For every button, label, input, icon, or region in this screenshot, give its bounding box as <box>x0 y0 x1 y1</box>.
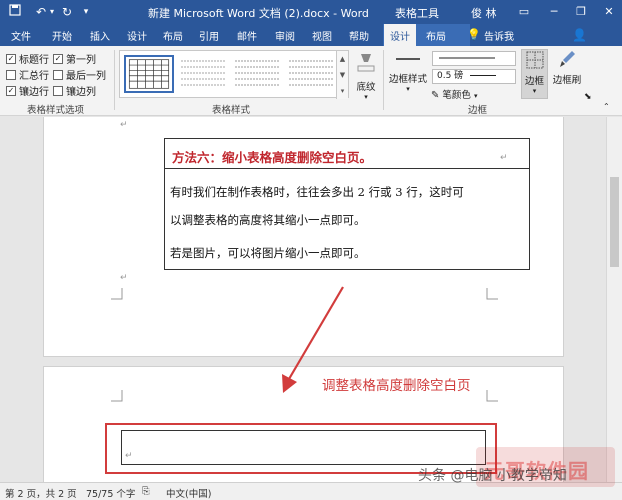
table-style-grid[interactable] <box>124 55 174 93</box>
tab-layout[interactable]: 布局 <box>163 28 183 43</box>
border-painter-label: 边框刷 <box>552 75 582 86</box>
tab-insert[interactable]: 插入 <box>90 28 110 43</box>
table-style-plain-1[interactable] <box>178 55 228 93</box>
borders-dialog-launcher-icon[interactable]: ⬊ <box>584 92 592 102</box>
share-icon[interactable]: 👤 <box>572 28 587 42</box>
collapse-ribbon-icon[interactable]: ⌃ <box>603 102 610 111</box>
checkbox-unchecked-icon <box>53 69 63 80</box>
window-title: 新建 Microsoft Word 文档 (2).docx - Word <box>148 7 369 20</box>
table-style-options-group-label: 表格样式选项 <box>27 105 85 116</box>
last-column-label: 最后一列 <box>66 71 106 82</box>
header-row-checkbox[interactable]: ✓ 标题行 <box>6 51 49 66</box>
tab-home[interactable]: 开始 <box>52 28 72 43</box>
gallery-scroll[interactable]: ▲ ▼ ▾ <box>336 51 348 99</box>
tab-help[interactable]: 帮助 <box>349 28 369 43</box>
checkbox-checked-icon: ✓ <box>53 53 63 64</box>
source-watermark: 头条 @电脑 小教学帝知 <box>418 468 567 484</box>
banded-columns-checkbox[interactable]: 镶边列 <box>53 83 96 98</box>
line-style-dropdown[interactable] <box>432 51 516 66</box>
banded-rows-label: 镶边行 <box>19 87 49 98</box>
pen-color-label: 笔颜色 <box>442 90 471 101</box>
minimize-icon[interactable]: ─ <box>546 4 562 20</box>
borders-button[interactable]: 边框 ▾ <box>521 49 548 99</box>
ribbon-tabs: 文件 开始 插入 设计 布局 引用 邮件 审阅 视图 帮助 设计 布局 💡 告诉… <box>0 24 622 46</box>
lightbulb-icon[interactable]: 💡 <box>467 28 481 41</box>
shading-button[interactable]: 底纹 ▾ <box>352 50 380 101</box>
banded-rows-checkbox[interactable]: ✓ 镶边行 <box>6 83 49 98</box>
table-styles-group-label: 表格样式 <box>212 105 251 116</box>
ribbon-display-icon[interactable]: ▭ <box>516 4 532 20</box>
ribbon: ✓ 标题行 汇总行 ✓ 镶边行 ✓ 第一列 最后一列 镶边列 表格样式选项 ▲ ▼ ▾ 表… <box>0 46 622 116</box>
table-style-plain-2[interactable] <box>232 55 282 93</box>
scrollbar-thumb[interactable] <box>610 177 619 267</box>
borders-group-label: 边框 <box>468 105 488 116</box>
save-icon[interactable] <box>7 4 23 20</box>
pen-color-icon: ✎ <box>431 90 440 101</box>
user-name[interactable]: 俊 林 <box>471 5 497 21</box>
checkbox-unchecked-icon <box>53 85 63 96</box>
page-count[interactable]: 第 2 页，共 2 页 <box>5 486 77 500</box>
header-row-label: 标题行 <box>19 55 49 66</box>
word-count[interactable]: 75/75 个字 <box>86 486 135 500</box>
title-bar: ↶ ▾ ↻ ▾ 新建 Microsoft Word 文档 (2).docx - … <box>0 0 622 24</box>
vertical-scrollbar[interactable] <box>606 117 622 482</box>
group-divider <box>114 50 115 110</box>
undo-dropdown-icon[interactable]: ▾ <box>44 4 60 20</box>
line-weight-dropdown[interactable]: 0.5 磅 <box>432 69 516 84</box>
table-styles-gallery[interactable]: ▲ ▼ ▾ <box>119 50 349 99</box>
document-area: ↵ 方法六：缩小表格高度删除空白页。 ↵ 有时我们在制作表格时，往往会多出 2 … <box>0 117 622 482</box>
language-indicator[interactable]: 中文(中国) <box>166 486 211 500</box>
border-styles-button[interactable]: 边框样式 ▾ <box>386 50 430 93</box>
proofing-icon[interactable]: ⎘ <box>142 486 150 497</box>
tab-mailings[interactable]: 邮件 <box>237 28 257 43</box>
restore-icon[interactable]: ❐ <box>573 4 589 20</box>
tab-references[interactable]: 引用 <box>199 28 219 43</box>
tab-review[interactable]: 审阅 <box>275 28 295 43</box>
border-styles-label: 边框样式 <box>388 74 427 85</box>
first-column-label: 第一列 <box>66 55 96 66</box>
total-row-label: 汇总行 <box>19 71 49 82</box>
table-style-plain-3[interactable] <box>286 55 336 93</box>
tab-table-layout[interactable]: 布局 <box>426 28 446 43</box>
checkbox-checked-icon: ✓ <box>6 53 16 64</box>
customize-icon[interactable]: ▾ <box>78 4 94 20</box>
banded-columns-label: 镶边列 <box>66 87 96 98</box>
redo-icon[interactable]: ↻ <box>59 4 75 20</box>
border-painter-button[interactable]: 边框刷 <box>551 49 583 86</box>
tab-design[interactable]: 设计 <box>127 28 147 43</box>
first-column-checkbox[interactable]: ✓ 第一列 <box>53 51 96 66</box>
close-icon[interactable]: ✕ <box>601 4 617 20</box>
tab-view[interactable]: 视图 <box>312 28 332 43</box>
tell-me-search[interactable]: 告诉我 <box>484 28 514 43</box>
pen-color-button[interactable]: ✎ 笔颜色 ▾ <box>431 87 477 101</box>
shading-label: 底纹 <box>356 82 376 93</box>
checkbox-checked-icon: ✓ <box>6 85 16 96</box>
total-row-checkbox[interactable]: 汇总行 <box>6 67 49 82</box>
tab-file[interactable]: 文件 <box>11 28 31 43</box>
checkbox-unchecked-icon <box>6 69 16 80</box>
borders-label: 边框 <box>524 76 544 87</box>
last-column-checkbox[interactable]: 最后一列 <box>53 67 106 82</box>
context-tools-label: 表格工具 <box>395 7 439 20</box>
annotation-text: 调整表格高度删除空白页 <box>322 378 471 394</box>
line-weight-value: 0.5 磅 <box>437 71 464 81</box>
group-divider <box>383 50 384 110</box>
tab-table-design[interactable]: 设计 <box>384 24 416 46</box>
